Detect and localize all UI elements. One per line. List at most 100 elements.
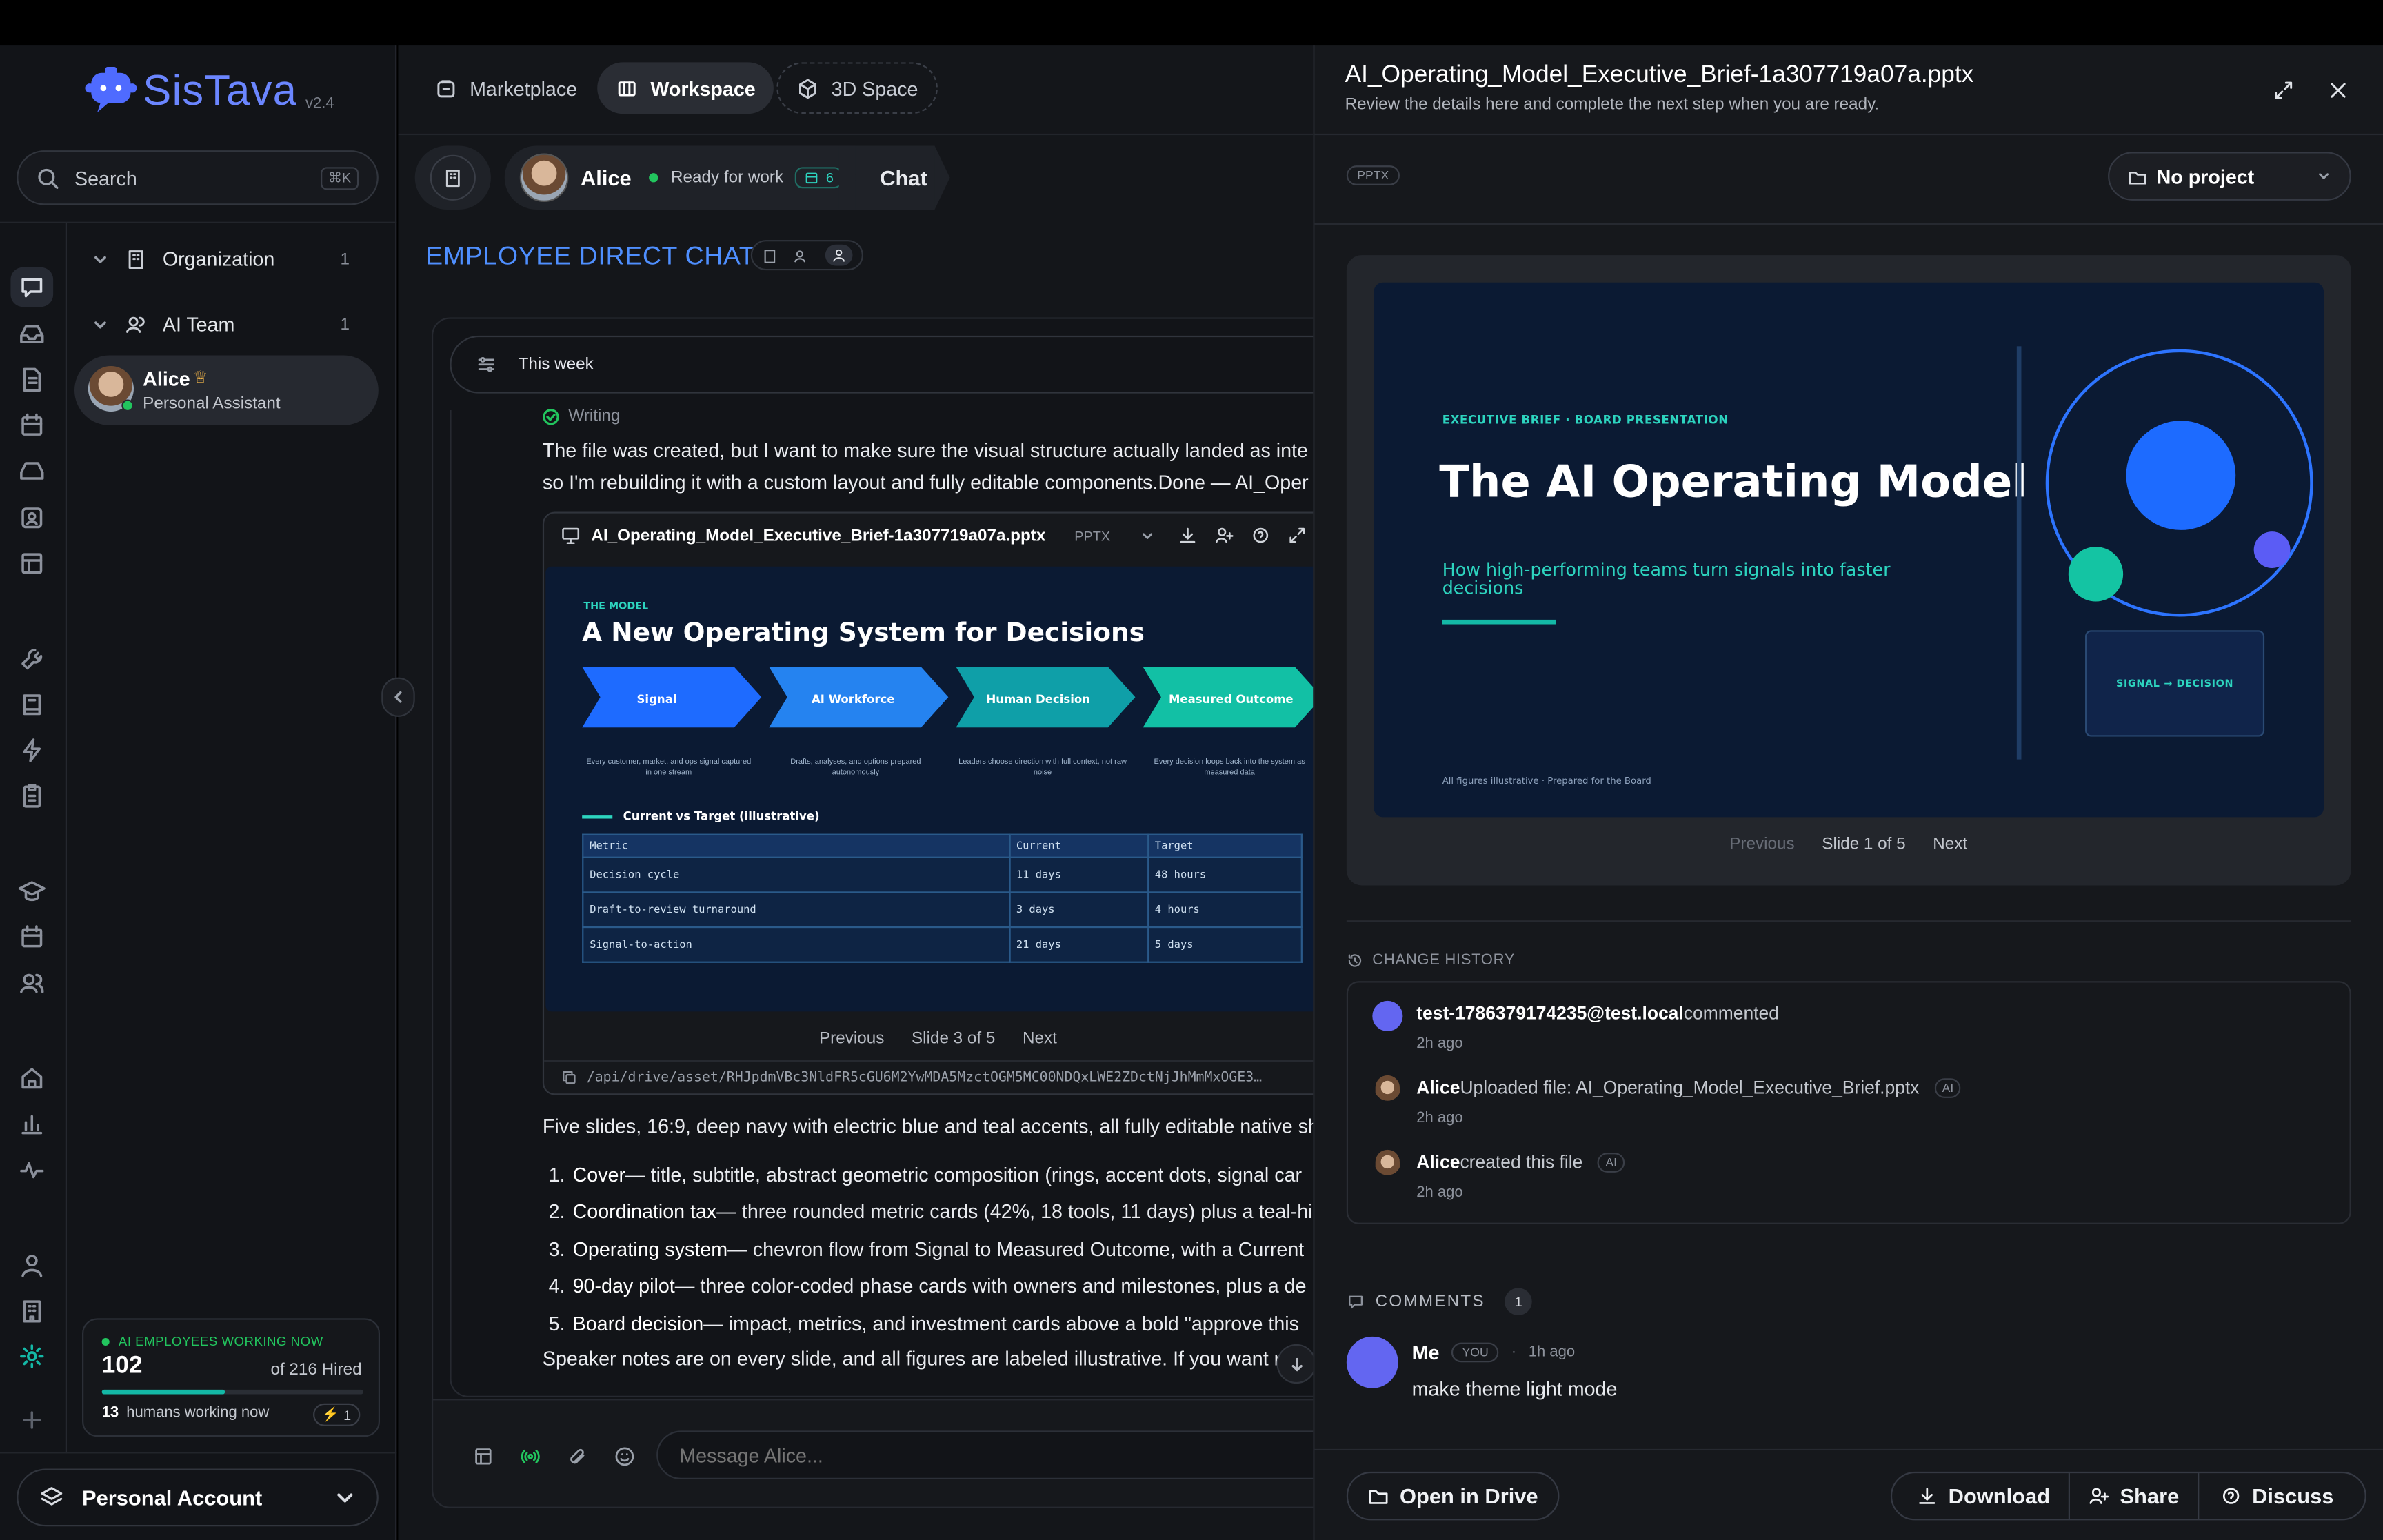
chevron-down-icon[interactable] (1139, 528, 1154, 543)
nav-workspace[interactable]: Workspace (597, 62, 774, 114)
building-icon (128, 250, 143, 269)
slide1-prev-button[interactable]: Previous (1729, 835, 1794, 853)
working-now-card[interactable]: AI EMPLOYEES WORKING NOW 102 of 216 Hire… (82, 1318, 381, 1437)
message-input[interactable] (656, 1430, 1314, 1479)
team-icon[interactable] (18, 969, 46, 997)
tree-organization[interactable]: Organization 1 (91, 247, 350, 270)
clipboard-icon[interactable] (18, 782, 46, 810)
lightning-icon: ⚡ (321, 1406, 339, 1422)
book-icon[interactable] (18, 691, 46, 718)
table-header-cell: Metric (582, 833, 1011, 858)
layout-icon[interactable] (18, 550, 46, 578)
breadcrumb-chat[interactable]: Chat (855, 145, 935, 210)
preview-card: EXECUTIVE BRIEF · BOARD PRESENTATION The… (1346, 255, 2351, 886)
expand-icon[interactable] (1287, 525, 1307, 545)
slide1-page-label: Slide 1 of 5 (1822, 835, 1906, 854)
logo-icon (85, 66, 137, 113)
slide3-prev-button[interactable]: Previous (819, 1030, 884, 1048)
tasks-badge[interactable]: 6 (795, 167, 843, 189)
home-icon[interactable] (18, 1064, 46, 1092)
inbox-icon[interactable] (18, 321, 46, 348)
search-input[interactable]: Search ⌘K (17, 150, 379, 205)
tree-employee-alice[interactable]: Alice ♕ Personal Assistant (74, 355, 379, 425)
user-icon[interactable] (18, 1251, 46, 1279)
copy-icon[interactable] (561, 1069, 577, 1086)
close-icon[interactable] (2326, 79, 2349, 102)
graduation-icon[interactable] (18, 878, 46, 905)
project-select-value: No project (2156, 165, 2255, 188)
slide-preview-1: EXECUTIVE BRIEF · BOARD PRESENTATION The… (1374, 282, 2324, 818)
filter-icon (478, 356, 494, 372)
discuss-icon[interactable] (1250, 525, 1270, 545)
comments-count: 1 (1505, 1288, 1533, 1315)
table-row: Decision cycle 11 days 48 hours (582, 856, 1303, 893)
brand-logo[interactable]: SisTava (85, 66, 297, 116)
collapse-sidebar-button[interactable] (381, 677, 415, 717)
slide3-next-button[interactable]: Next (1023, 1030, 1057, 1048)
bar-chart-icon[interactable] (18, 1111, 46, 1138)
status-dot (650, 173, 659, 183)
chat-employee-status: Ready for work (671, 168, 784, 187)
table-accent-bar (582, 815, 613, 819)
settings-gear-icon[interactable] (18, 1343, 46, 1370)
table-cell: 5 days (1147, 926, 1303, 963)
attachment-path-text: /api/drive/asset/RHJpdmVBc3NldFR5cGU6M2Y… (586, 1070, 1263, 1086)
broadcast-icon[interactable] (520, 1446, 541, 1467)
activity-icon[interactable] (18, 1156, 46, 1184)
chat-scope-icons[interactable] (750, 240, 863, 271)
contact-icon[interactable] (18, 504, 46, 531)
emoji-icon[interactable] (614, 1446, 635, 1467)
attachment-icon[interactable] (567, 1446, 588, 1467)
org-breadcrumb-button[interactable] (414, 145, 491, 210)
nav-3d-space[interactable]: 3D Space (776, 62, 938, 114)
folder-icon (2129, 170, 2146, 184)
nav-marketplace[interactable]: Marketplace (416, 62, 596, 114)
humans-count: 13 (101, 1404, 119, 1422)
arrow-down-icon (1291, 1357, 1302, 1371)
date-filter[interactable]: This week (450, 335, 1314, 394)
comments-header: COMMENTS 1 (1347, 1288, 1533, 1315)
comment-meta: Me YOU · 1h ago (1412, 1341, 1576, 1364)
account-selector[interactable]: Personal Account (17, 1468, 379, 1527)
list-item: 4. 90-day pilot — three color-coded phase… (549, 1268, 1313, 1305)
share-user-icon[interactable] (1214, 525, 1234, 545)
discuss-button[interactable]: Discuss (2199, 1473, 2364, 1519)
table-cell: Draft-to-review turnaround (582, 891, 1011, 929)
attachment-file-name[interactable]: AI_Operating_Model_Executive_Brief-1a307… (591, 526, 1045, 544)
chat-employee-header[interactable]: Alice Ready for work 6 (504, 145, 862, 210)
calendar-icon[interactable] (18, 412, 46, 439)
lightning-icon[interactable] (18, 737, 46, 764)
expand-icon[interactable] (2272, 79, 2295, 102)
plus-icon[interactable] (18, 1406, 46, 1434)
toolbar-divider (1314, 223, 2383, 225)
tree-ai-team[interactable]: AI Team 1 (91, 313, 350, 336)
document-icon[interactable] (18, 366, 46, 394)
wrench-icon[interactable] (18, 645, 46, 673)
scroll-down-button[interactable] (1276, 1344, 1314, 1384)
list-item-title: Coordination tax (572, 1200, 717, 1224)
chat-area: Marketplace Workspace 3D Space Alice Rea… (398, 45, 1314, 1540)
message-summary: Five slides, 16:9, deep navy with electr… (542, 1115, 1314, 1138)
template-icon[interactable] (472, 1446, 494, 1467)
attachment-path[interactable]: /api/drive/asset/RHJpdmVBc3NldFR5cGU6M2Y… (561, 1069, 1262, 1086)
change-history-header: CHANGE HISTORY (1347, 952, 1515, 969)
share-button[interactable]: Share (2070, 1473, 2199, 1519)
tasks-count: 6 (825, 170, 834, 185)
panel-title: AI_Operating_Model_Executive_Brief-1a307… (1345, 62, 1974, 88)
humans-badge: ⚡ 1 (312, 1403, 361, 1426)
table-cell: 3 days (1008, 891, 1149, 929)
building-icon[interactable] (18, 1297, 46, 1325)
project-select[interactable]: No project (2108, 152, 2351, 201)
history-item: Alice created this file AI (1416, 1151, 1625, 1173)
chat-icon[interactable] (18, 274, 46, 301)
comment-icon (1349, 1295, 1363, 1309)
download-icon[interactable] (1177, 525, 1197, 545)
download-button[interactable]: Download (1892, 1473, 2070, 1519)
tray-icon[interactable] (18, 457, 46, 485)
change-history-list: test-1786379174235@test.local commented … (1346, 981, 2351, 1224)
open-in-drive-button[interactable]: Open in Drive (1346, 1471, 1560, 1521)
slide1-next-button[interactable]: Next (1933, 835, 1967, 853)
team-icon (125, 316, 145, 333)
table-row: Draft-to-review turnaround 3 days 4 hours (582, 891, 1303, 929)
schedule-icon[interactable] (18, 924, 46, 951)
